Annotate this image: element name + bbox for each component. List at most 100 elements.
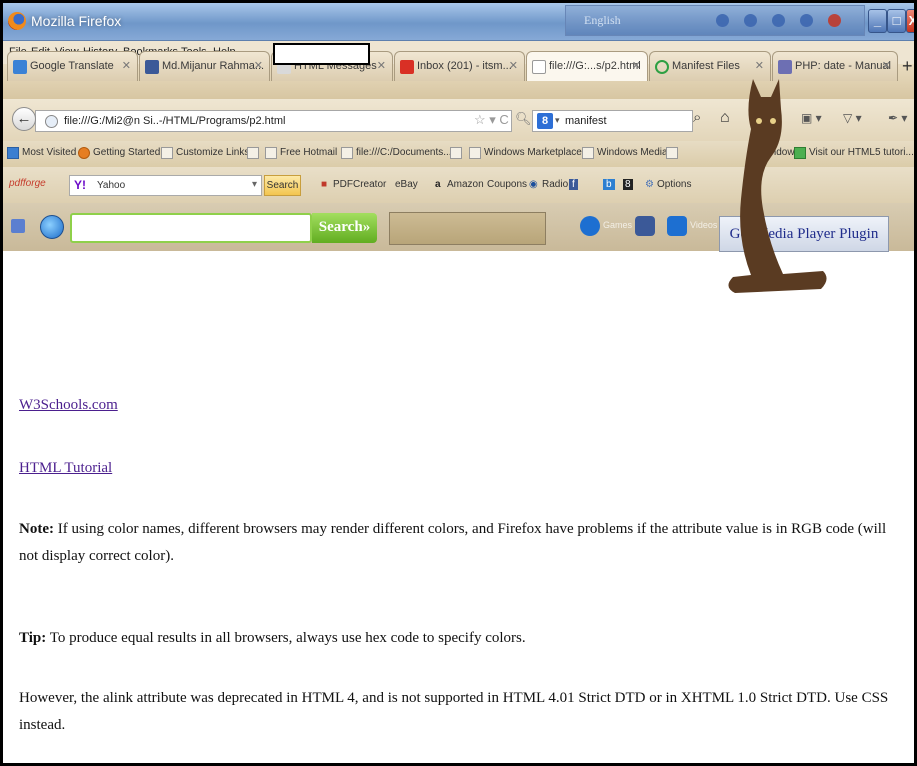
gmail-icon bbox=[400, 60, 414, 74]
star-reload-icons[interactable]: ☆ ▾ C bbox=[474, 112, 509, 128]
games-icon[interactable] bbox=[580, 216, 600, 236]
tab-close-icon[interactable]: ✕ bbox=[122, 59, 131, 72]
tab-manifest-files[interactable]: Manifest Files ✕ bbox=[649, 51, 771, 81]
tab-close-icon[interactable]: ✕ bbox=[882, 59, 891, 72]
toolbar-coupons[interactable]: Coupons bbox=[487, 179, 527, 190]
tab-label: Md.Mijanur Rahma... bbox=[162, 60, 265, 72]
toolbar-ebay[interactable]: eBay bbox=[395, 179, 418, 190]
tip-paragraph: Tip: To produce equal results in all bro… bbox=[19, 625, 899, 652]
facebook-icon[interactable]: f bbox=[569, 179, 578, 190]
translate-icon bbox=[13, 60, 27, 74]
facebook-icon[interactable] bbox=[635, 216, 655, 236]
magnifier-icon[interactable]: ⌕ bbox=[693, 109, 701, 126]
tab-php-date[interactable]: PHP: date - Manual ✕ bbox=[772, 51, 898, 81]
page-icon bbox=[469, 147, 481, 159]
games-label[interactable]: Games bbox=[603, 220, 632, 230]
bookmark-most-visited[interactable]: Most Visited bbox=[22, 147, 76, 158]
link-html-tutorial[interactable]: HTML Tutorial bbox=[19, 460, 112, 477]
tray-icon[interactable] bbox=[772, 14, 785, 27]
note-label: Note: bbox=[19, 521, 54, 537]
videos-label[interactable]: Videos bbox=[690, 220, 717, 230]
options-icon: ⚙ bbox=[645, 179, 654, 190]
toolbar-amazon[interactable]: Amazon bbox=[447, 179, 484, 190]
globe-icon bbox=[45, 115, 58, 128]
bookmark-free-hotmail[interactable]: Free Hotmail bbox=[280, 147, 337, 158]
firefox-icon bbox=[78, 147, 90, 159]
tab-google-translate[interactable]: Google Translate ✕ bbox=[7, 51, 138, 81]
tab-close-icon[interactable]: ✕ bbox=[509, 59, 518, 72]
page-icon bbox=[666, 147, 678, 159]
dropdown-arrow-icon[interactable]: ▾ bbox=[555, 115, 560, 126]
back-button[interactable]: ← bbox=[12, 107, 36, 131]
search-icon: 🔍︎ bbox=[515, 111, 532, 126]
minimize-button[interactable]: _ bbox=[868, 9, 887, 33]
php-icon bbox=[778, 60, 792, 74]
tab-close-icon[interactable]: ✕ bbox=[755, 59, 764, 72]
tab-facebook[interactable]: Md.Mijanur Rahma... ✕ bbox=[139, 51, 270, 81]
yahoo-search-button[interactable]: Search bbox=[264, 175, 301, 196]
tab-gmail-inbox[interactable]: Inbox (201) - itsm... ✕ bbox=[394, 51, 525, 81]
bookmark-windows-media[interactable]: Windows Media bbox=[597, 147, 668, 158]
tab-label: Manifest Files bbox=[672, 60, 740, 72]
bookmark-html5-tutorial[interactable]: Visit our HTML5 tutori... bbox=[809, 147, 914, 158]
url-bar[interactable]: file:///G:/Mi2@n Si..-/HTML/Programs/p2.… bbox=[35, 110, 512, 132]
most-visited-icon bbox=[7, 147, 19, 159]
tab-close-icon[interactable]: ✕ bbox=[632, 59, 641, 72]
bookmark-customize-links[interactable]: Customize Links bbox=[176, 147, 249, 158]
note-paragraph: Note: If using color names, different br… bbox=[19, 516, 899, 570]
tray-icon[interactable] bbox=[744, 14, 757, 27]
firefox-logo-icon bbox=[8, 12, 26, 30]
home-icon[interactable]: ⌂ bbox=[720, 109, 730, 127]
toolbar-search-button[interactable]: Search» bbox=[312, 213, 377, 243]
google-plus-icon[interactable]: 8 bbox=[623, 179, 633, 190]
yahoo-icon: Y! bbox=[74, 178, 86, 192]
navigation-toolbar: file:///G:/Mi2@n Si..-/HTML/Programs/p2.… bbox=[3, 99, 914, 141]
help-icon[interactable] bbox=[800, 14, 813, 27]
tab-p2-html[interactable]: file:///G:...s/p2.html ✕ bbox=[526, 51, 648, 81]
pocket-icon[interactable]: ▽ ▾ bbox=[843, 111, 862, 125]
videos-icon[interactable] bbox=[667, 216, 687, 236]
tip-text: To produce equal results in all browsers… bbox=[46, 630, 526, 646]
yahoo-search-field[interactable]: Y! Yahoo ▾ bbox=[69, 175, 262, 196]
note-text: If using color names, different browsers… bbox=[19, 521, 887, 564]
tab-close-icon[interactable]: ✕ bbox=[377, 59, 386, 72]
page-icon bbox=[341, 147, 353, 159]
toolbar-radio[interactable]: Radio bbox=[542, 179, 568, 190]
close-button[interactable]: X bbox=[906, 9, 914, 33]
get-media-player-plugin-button[interactable]: Get Media Player Plugin bbox=[719, 216, 889, 252]
addon-icon[interactable]: ▣ ▾ bbox=[801, 111, 822, 125]
search-value: manifest bbox=[565, 115, 607, 127]
link-w3schools[interactable]: W3Schools.com bbox=[19, 397, 118, 414]
bookmark-file-documents[interactable]: file:///C:/Documents... bbox=[356, 147, 452, 158]
dropdown-arrow-icon[interactable]: ▾ bbox=[252, 179, 257, 190]
tab-close-icon[interactable]: ✕ bbox=[254, 59, 263, 72]
page-icon bbox=[265, 147, 277, 159]
loading-icon bbox=[655, 60, 669, 74]
pdfforge-logo[interactable]: pdfforge bbox=[9, 178, 46, 189]
search-field[interactable]: 8 ▾ manifest bbox=[532, 110, 693, 132]
download-icon[interactable]: ▾ bbox=[765, 111, 771, 125]
bookmark-getting-started[interactable]: Getting Started bbox=[93, 147, 160, 158]
language-bar[interactable]: English bbox=[565, 5, 865, 36]
tray-icon[interactable] bbox=[716, 14, 729, 27]
page-icon bbox=[247, 147, 259, 159]
search-engine-icon[interactable]: 8 bbox=[537, 113, 553, 129]
tray-icon[interactable] bbox=[828, 14, 841, 27]
bookmark-windows-marketplace[interactable]: Windows Marketplace bbox=[484, 147, 582, 158]
title-bar: Mozilla Firefox English _ □ X bbox=[3, 3, 914, 41]
page-icon bbox=[161, 147, 173, 159]
toolbar-pdfcreator[interactable]: PDFCreator bbox=[333, 179, 386, 190]
facebook-icon bbox=[145, 60, 159, 74]
maximize-button[interactable]: □ bbox=[887, 9, 906, 33]
deprecation-paragraph: However, the alink attribute was depreca… bbox=[19, 690, 889, 733]
new-tab-button[interactable]: + bbox=[902, 56, 913, 77]
yahoo-value: Yahoo bbox=[97, 180, 126, 191]
toolbar-logo-icon[interactable] bbox=[11, 219, 25, 233]
page-icon bbox=[532, 60, 546, 74]
toolbar-search-input[interactable] bbox=[70, 213, 312, 243]
tools-icon[interactable]: ✒ ▾ bbox=[888, 111, 907, 125]
blogger-icon[interactable]: b bbox=[603, 179, 615, 190]
globe-icon[interactable] bbox=[40, 215, 64, 239]
toolbar-options[interactable]: Options bbox=[657, 179, 691, 190]
pdf-icon: ■ bbox=[321, 179, 328, 190]
